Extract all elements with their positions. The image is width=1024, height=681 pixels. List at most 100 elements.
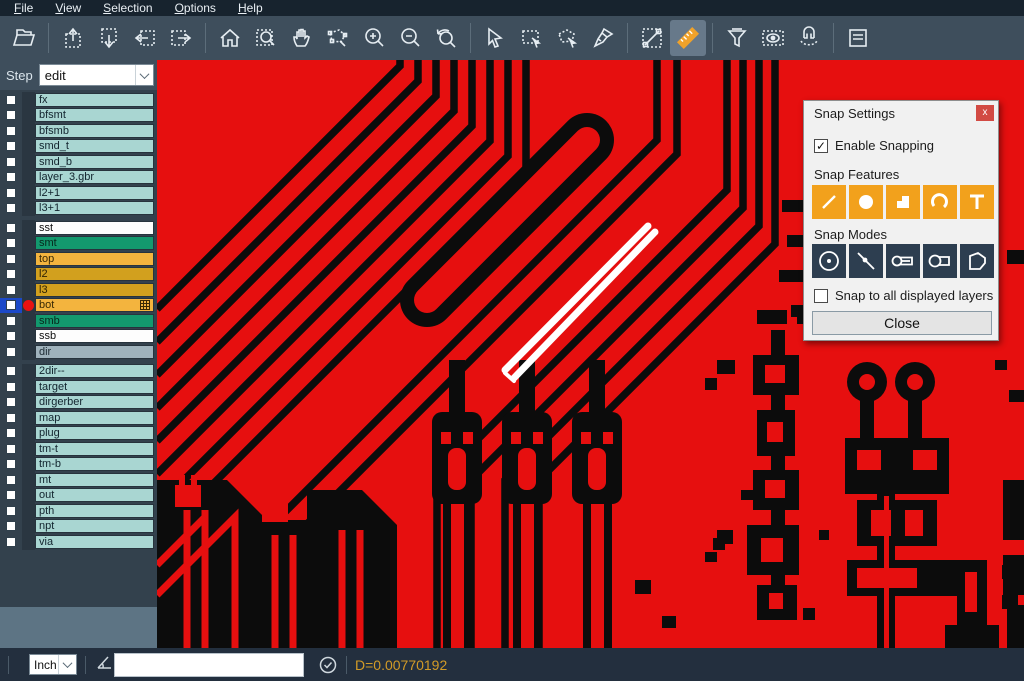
- pan-left-icon[interactable]: [127, 20, 163, 56]
- measure-ruler-icon[interactable]: [670, 20, 706, 56]
- filter-icon[interactable]: [719, 20, 755, 56]
- home-icon[interactable]: [212, 20, 248, 56]
- layer-checkbox[interactable]: [0, 313, 22, 329]
- layer-checkbox[interactable]: [0, 170, 22, 186]
- snap-line-icon[interactable]: [812, 185, 846, 219]
- snap-slot-outline-icon[interactable]: [923, 244, 957, 278]
- snap-pad-icon[interactable]: [849, 185, 883, 219]
- layer-checkbox[interactable]: [0, 344, 22, 360]
- layer-row-plug[interactable]: plug: [0, 426, 157, 442]
- layer-row-bfsmt[interactable]: bfsmt: [0, 108, 157, 124]
- snap-arc-icon[interactable]: [923, 185, 957, 219]
- layer-checkbox[interactable]: [0, 329, 22, 345]
- layer-checkbox[interactable]: [0, 92, 22, 108]
- layer-row-smd_t[interactable]: smd_t: [0, 139, 157, 155]
- zoom-previous-icon[interactable]: [428, 20, 464, 56]
- layer-checkbox[interactable]: [0, 441, 22, 457]
- close-button[interactable]: Close: [812, 311, 992, 335]
- dialog-close-icon[interactable]: x: [976, 105, 994, 121]
- layer-row-tm-t[interactable]: tm-t: [0, 441, 157, 457]
- zoom-in-icon[interactable]: [356, 20, 392, 56]
- layer-row-bfsmb[interactable]: bfsmb: [0, 123, 157, 139]
- zoom-window-icon[interactable]: [248, 20, 284, 56]
- layer-row-smt[interactable]: smt: [0, 236, 157, 252]
- layer-checkbox[interactable]: [0, 488, 22, 504]
- menu-file[interactable]: File: [4, 0, 43, 16]
- layer-row-l3+1[interactable]: l3+1: [0, 201, 157, 217]
- layer-row-2dir--[interactable]: 2dir--: [0, 364, 157, 380]
- layer-row-npt[interactable]: npt: [0, 519, 157, 535]
- zoom-out-icon[interactable]: [392, 20, 428, 56]
- layer-checkbox[interactable]: [0, 379, 22, 395]
- pan-right-icon[interactable]: [163, 20, 199, 56]
- snap-center-icon[interactable]: [812, 244, 846, 278]
- layer-row-layer_3.gbr[interactable]: layer_3.gbr: [0, 170, 157, 186]
- menu-selection[interactable]: Selection: [93, 0, 162, 16]
- layer-row-tm-b[interactable]: tm-b: [0, 457, 157, 473]
- layer-form-icon[interactable]: [840, 20, 876, 56]
- layer-checkbox[interactable]: [0, 236, 22, 252]
- layer-row-dirgerber[interactable]: dirgerber: [0, 395, 157, 411]
- layer-row-via[interactable]: via: [0, 534, 157, 550]
- select-rectangle-icon[interactable]: [513, 20, 549, 56]
- paint-select-icon[interactable]: [585, 20, 621, 56]
- layer-row-dir[interactable]: dir: [0, 344, 157, 360]
- layer-row-l2[interactable]: l2: [0, 267, 157, 283]
- layer-checkbox[interactable]: [0, 123, 22, 139]
- layer-checkbox[interactable]: [0, 201, 22, 217]
- layer-checkbox[interactable]: [0, 108, 22, 124]
- layer-row-bot[interactable]: bot: [0, 298, 157, 314]
- layer-row-map[interactable]: map: [0, 410, 157, 426]
- measure-distance-icon[interactable]: [634, 20, 670, 56]
- snap-outline-icon[interactable]: [960, 244, 994, 278]
- layer-checkbox[interactable]: [0, 457, 22, 473]
- select-pointer-icon[interactable]: [477, 20, 513, 56]
- measure-input[interactable]: [114, 653, 304, 677]
- open-icon[interactable]: [6, 20, 42, 56]
- layer-checkbox[interactable]: [0, 298, 22, 314]
- enable-snapping-checkbox[interactable]: ✓: [814, 139, 828, 153]
- snap-surface-icon[interactable]: [886, 185, 920, 219]
- layer-row-mt[interactable]: mt: [0, 472, 157, 488]
- layer-row-sst[interactable]: sst: [0, 220, 157, 236]
- snap-all-layers-checkbox[interactable]: [814, 289, 828, 303]
- layer-checkbox[interactable]: [0, 364, 22, 380]
- menu-options[interactable]: Options: [165, 0, 226, 16]
- pan-hand-icon[interactable]: [284, 20, 320, 56]
- step-select[interactable]: edit: [39, 64, 154, 86]
- layer-row-target[interactable]: target: [0, 379, 157, 395]
- layer-row-fx[interactable]: fx: [0, 92, 157, 108]
- menu-help[interactable]: Help: [228, 0, 273, 16]
- menu-view[interactable]: View: [45, 0, 91, 16]
- layer-row-pth[interactable]: pth: [0, 503, 157, 519]
- layer-row-out[interactable]: out: [0, 488, 157, 504]
- unit-select[interactable]: Inch: [29, 654, 77, 675]
- layer-checkbox[interactable]: [0, 267, 22, 283]
- view-options-icon[interactable]: [755, 20, 791, 56]
- layer-checkbox[interactable]: [0, 426, 22, 442]
- snap-magnet-icon[interactable]: [791, 20, 827, 56]
- layer-row-smd_b[interactable]: smd_b: [0, 154, 157, 170]
- layer-row-top[interactable]: top: [0, 251, 157, 267]
- layer-row-l2+1[interactable]: l2+1: [0, 185, 157, 201]
- layer-checkbox[interactable]: [0, 139, 22, 155]
- layer-checkbox[interactable]: [0, 154, 22, 170]
- angle-mode-icon[interactable]: [94, 652, 114, 677]
- layer-checkbox[interactable]: [0, 534, 22, 550]
- pan-up-icon[interactable]: [55, 20, 91, 56]
- layer-checkbox[interactable]: [0, 503, 22, 519]
- layer-checkbox[interactable]: [0, 472, 22, 488]
- snap-text-icon[interactable]: [960, 185, 994, 219]
- layer-row-smb[interactable]: smb: [0, 313, 157, 329]
- layer-row-ssb[interactable]: ssb: [0, 329, 157, 345]
- layer-checkbox[interactable]: [0, 395, 22, 411]
- layer-checkbox[interactable]: [0, 410, 22, 426]
- layer-checkbox[interactable]: [0, 282, 22, 298]
- confirm-circle-icon[interactable]: [318, 655, 338, 675]
- layer-checkbox[interactable]: [0, 519, 22, 535]
- layer-checkbox[interactable]: [0, 185, 22, 201]
- layer-row-l3[interactable]: l3: [0, 282, 157, 298]
- snap-line-point-icon[interactable]: [849, 244, 883, 278]
- layer-checkbox[interactable]: [0, 220, 22, 236]
- select-polygon-icon[interactable]: [549, 20, 585, 56]
